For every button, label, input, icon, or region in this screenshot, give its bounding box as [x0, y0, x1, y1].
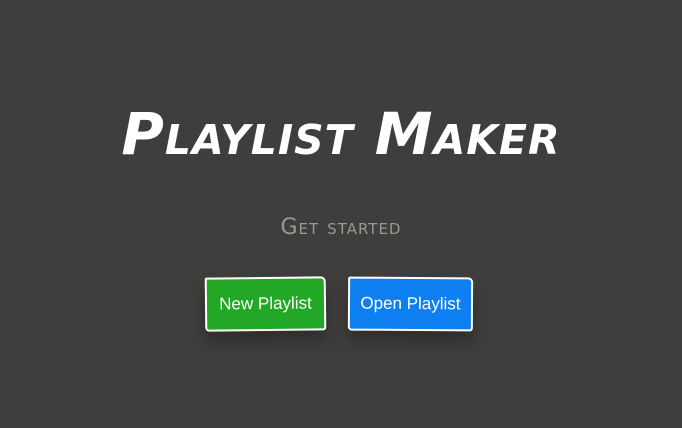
page-subtitle: Get started: [280, 215, 402, 240]
landing-page: Playlist Maker Get started New Playlist …: [0, 0, 682, 428]
new-playlist-button[interactable]: New Playlist: [204, 276, 327, 332]
page-title: Playlist Maker: [121, 100, 561, 168]
open-playlist-button[interactable]: Open Playlist: [347, 276, 474, 332]
